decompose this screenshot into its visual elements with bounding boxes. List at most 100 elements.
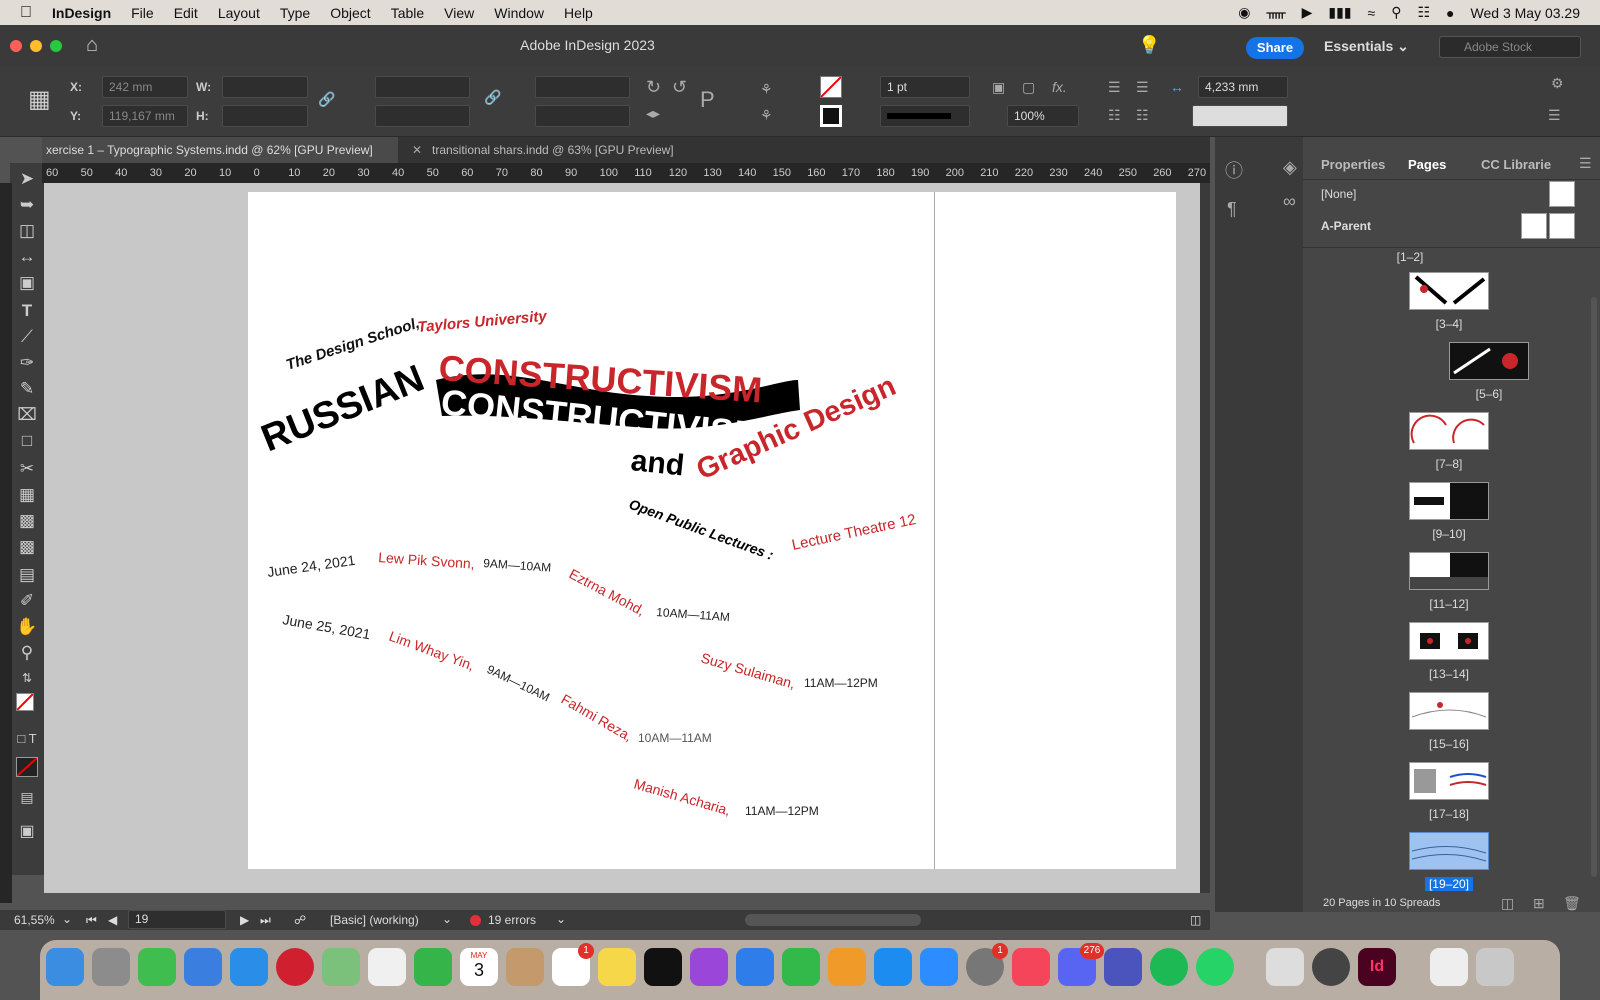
trash-icon[interactable] [1476, 948, 1514, 986]
parent-a-right-thumbnail[interactable] [1549, 213, 1575, 239]
new-page-icon[interactable]: ⊞ [1533, 895, 1545, 912]
notes-icon[interactable] [598, 948, 636, 986]
spread-thumbnail[interactable] [1409, 622, 1489, 660]
selection-tool-icon[interactable]: ➤ [10, 169, 44, 189]
select-content-icon[interactable]: ⚘ [760, 107, 773, 124]
menu-object[interactable]: Object [330, 5, 370, 21]
content-collector-icon[interactable]: ▣ [10, 273, 44, 293]
spread-thumbnail[interactable] [1409, 692, 1489, 730]
apple-tv-icon[interactable] [644, 948, 682, 986]
menu-file[interactable]: File [131, 5, 154, 21]
tab-close-icon[interactable]: ✕ [412, 137, 422, 163]
share-button[interactable]: Share [1246, 37, 1304, 59]
select-container-icon[interactable]: ⚘ [760, 81, 773, 98]
facetime-icon[interactable] [414, 948, 452, 986]
path-type-icon[interactable]: P [700, 87, 715, 113]
opacity-field[interactable]: 100% [1007, 105, 1079, 127]
spread-thumbnail[interactable] [1409, 482, 1489, 520]
preflight-profile[interactable]: [Basic] (working) [330, 913, 419, 927]
hand-tool-icon[interactable]: ✋ [10, 617, 44, 637]
safari-icon[interactable] [230, 948, 268, 986]
bluetooth-icon[interactable]: ᚅ [1266, 4, 1285, 21]
align-center-icon[interactable]: ☰ [1136, 79, 1149, 96]
spotlight-search-icon[interactable]: ⚲ [1391, 4, 1401, 21]
apply-none-button[interactable] [16, 757, 38, 777]
paragraph-icon[interactable]: ¶ [1227, 199, 1237, 220]
discord-icon[interactable]: 276 [1058, 943, 1104, 986]
formatting-affects-container-icon[interactable]: □ T [10, 731, 44, 746]
wifi-icon[interactable]: ≈ [1368, 5, 1376, 21]
menu-help[interactable]: Help [564, 5, 593, 21]
preflight-chevron-icon[interactable]: ⌄ [442, 912, 452, 926]
spread-thumbnail[interactable] [1449, 342, 1529, 380]
tab-properties[interactable]: Properties [1321, 157, 1385, 172]
contacts-icon[interactable] [506, 948, 544, 986]
spread-thumbnail[interactable] [1409, 762, 1489, 800]
siri-icon[interactable]: ● [1446, 5, 1454, 21]
parent-a-left-thumbnail[interactable] [1521, 213, 1547, 239]
w-field[interactable] [222, 76, 308, 98]
vertical-scrollbar[interactable] [1200, 183, 1210, 893]
menu-window[interactable]: Window [494, 5, 544, 21]
spread-thumbnail[interactable] [1409, 412, 1489, 450]
fill-swatch[interactable] [820, 76, 842, 98]
free-transform-tool-icon[interactable]: ▦ [10, 485, 44, 505]
tab-exercise-1[interactable]: xercise 1 – Typographic Systems.indd @ 6… [42, 137, 398, 163]
horizontal-ruler[interactable]: 60 50 40 30 20 10 0 10 20 30 40 50 60 70 80 90 100 110 120… [42, 163, 1210, 183]
stroke-swatch[interactable] [820, 105, 842, 127]
link-scale-icon[interactable]: 🔗 [484, 89, 501, 106]
whatsapp-icon[interactable] [1196, 948, 1234, 986]
eyedropper-tool-icon[interactable]: ✐ [10, 591, 44, 611]
x-field[interactable]: 242 mm [102, 76, 188, 98]
parent-none[interactable]: [None] [1321, 187, 1356, 201]
rectangle-tool-icon[interactable]: □ [10, 431, 44, 451]
shear-field[interactable] [535, 105, 630, 127]
last-page-icon[interactable]: ⏭ [260, 913, 271, 928]
apple-icon[interactable]:  [20, 4, 32, 22]
scale-y-field[interactable] [375, 105, 470, 127]
calendar-icon[interactable]: MAY 3 [460, 948, 498, 986]
menu-app[interactable]: InDesign [52, 5, 111, 21]
scale-x-field[interactable] [375, 76, 470, 98]
drop-shadow-icon[interactable]: ▢ [1022, 79, 1035, 96]
podcasts-icon[interactable] [690, 948, 728, 986]
info-icon[interactable]: ⓘ [1225, 157, 1243, 183]
flip-horizontal-icon[interactable]: ◂▸ [646, 105, 660, 122]
keynote-icon[interactable] [736, 948, 774, 986]
swap-fill-stroke-icon[interactable]: ⇅ [10, 671, 44, 685]
effects-icon[interactable]: fx. [1052, 79, 1067, 95]
preview-mode-icon[interactable]: ▤ [10, 789, 44, 806]
photos-icon[interactable] [368, 948, 406, 986]
pages-scrollbar[interactable] [1591, 297, 1597, 877]
line-tool-icon[interactable]: ⟋ [10, 327, 44, 347]
zoom-icon[interactable] [920, 948, 958, 986]
layers-icon[interactable]: ◈ [1283, 157, 1297, 178]
stroke-weight-field[interactable]: 1 pt [880, 76, 970, 98]
direct-selection-tool-icon[interactable]: ➥ [10, 195, 44, 215]
horizontal-scrollbar[interactable] [745, 914, 921, 926]
tab-pages[interactable]: Pages [1408, 157, 1446, 172]
downloads-stack-icon[interactable] [1430, 948, 1468, 986]
page-tool-icon[interactable]: ◫ [10, 221, 44, 241]
music-icon[interactable] [1012, 948, 1050, 986]
y-field[interactable]: 119,167 mm [102, 105, 188, 127]
maps-icon[interactable] [322, 948, 360, 986]
menu-table[interactable]: Table [391, 5, 424, 21]
messages-icon[interactable] [138, 948, 176, 986]
settings-icon[interactable]: ⚙ [1551, 75, 1564, 92]
edit-page-size-icon[interactable]: ◫ [1501, 895, 1514, 912]
type-tool-icon[interactable]: T [10, 301, 44, 321]
app-store-icon[interactable] [874, 948, 912, 986]
gap-tool-icon[interactable]: ↔ [10, 247, 44, 267]
rotation-field[interactable] [535, 76, 630, 98]
rotate-ccw-icon[interactable]: ↺ [672, 77, 687, 98]
rotate-cw-icon[interactable]: ↻ [646, 77, 661, 98]
prev-page-icon[interactable]: ◀ [108, 913, 117, 927]
numbers-icon[interactable] [782, 948, 820, 986]
pen-tool-icon[interactable]: ✑ [10, 353, 44, 373]
spread-thumbnail-selected[interactable] [1409, 832, 1489, 870]
zoom-level[interactable]: 61,55% [14, 913, 55, 927]
reference-point-icon[interactable]: ▦ [28, 85, 51, 114]
screen-mode-icon[interactable]: ▣ [10, 821, 44, 841]
parent-a[interactable]: A-Parent [1321, 219, 1371, 233]
